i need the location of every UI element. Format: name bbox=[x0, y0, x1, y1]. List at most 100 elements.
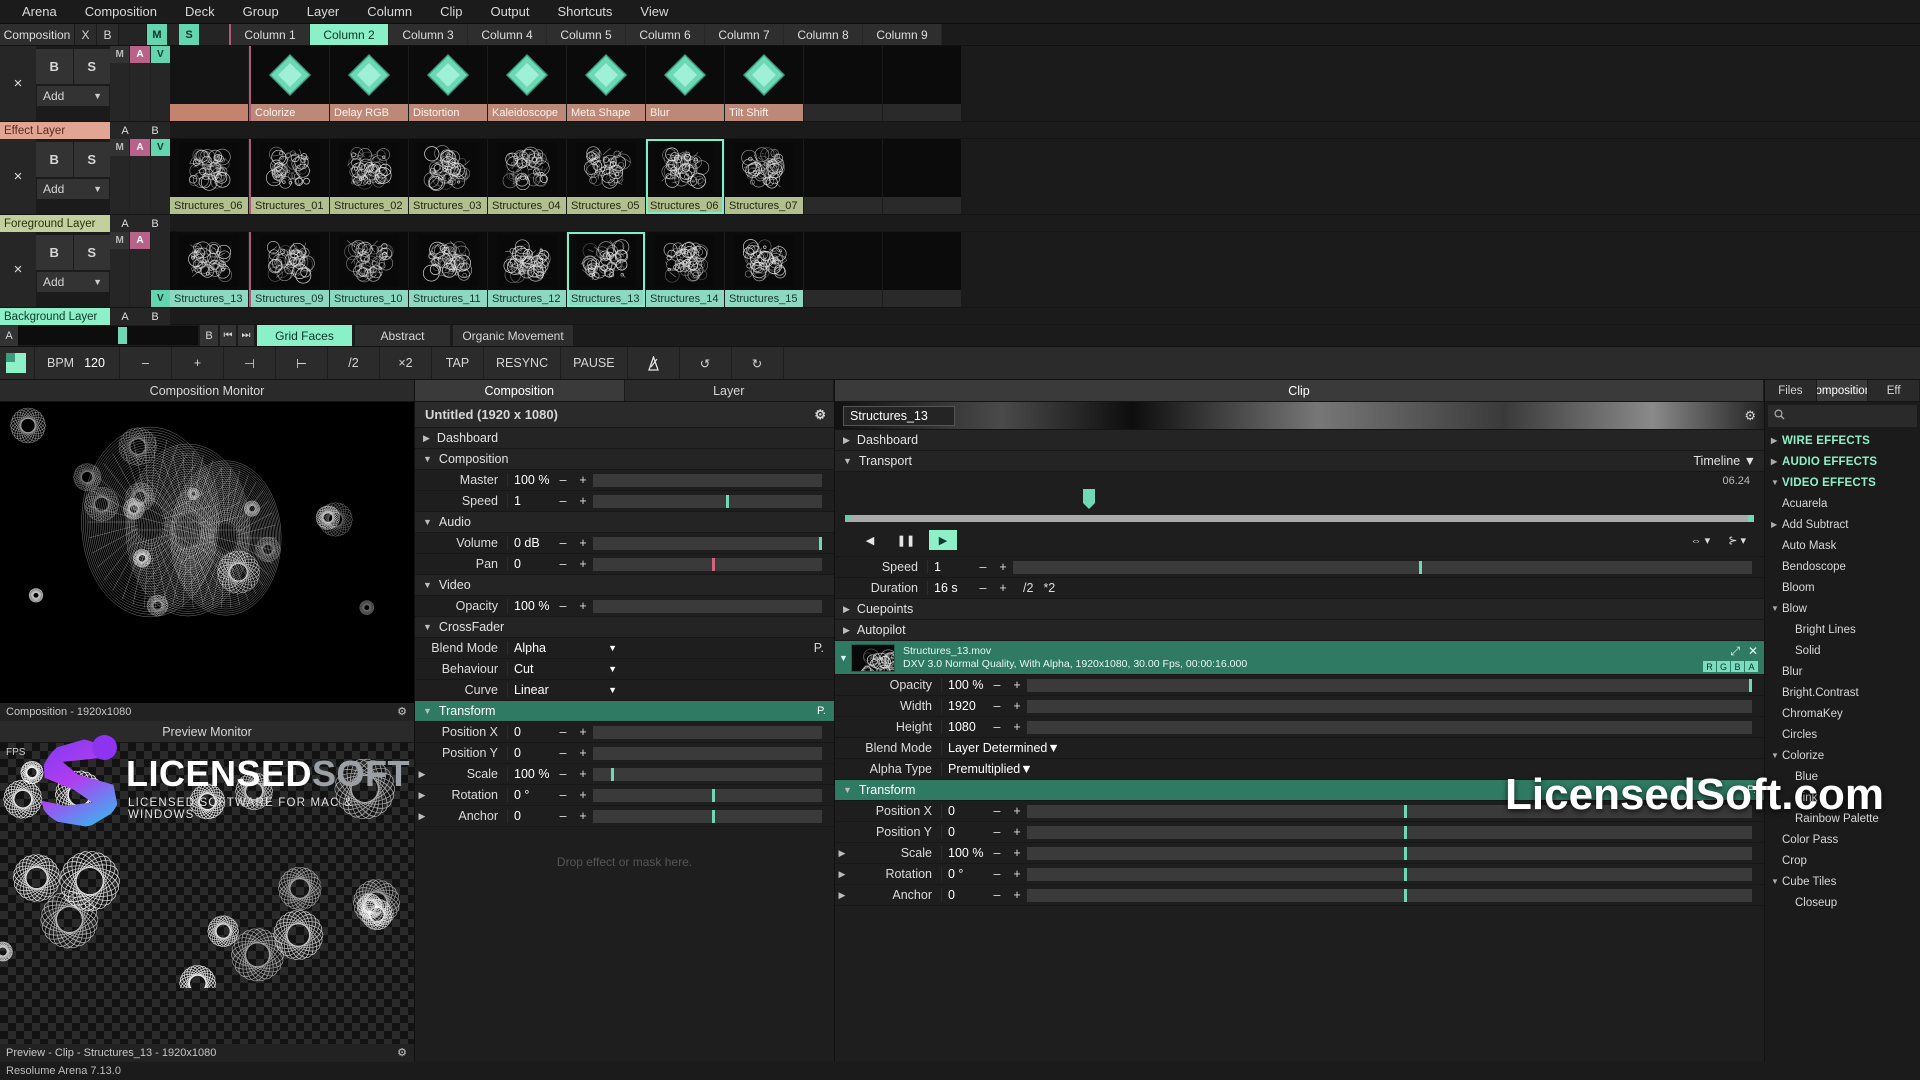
increment-button[interactable]: + bbox=[573, 494, 593, 508]
chevron-right-icon[interactable]: ▶ bbox=[835, 869, 849, 880]
tab-files[interactable]: Files bbox=[1765, 380, 1816, 401]
clip-cell-empty[interactable] bbox=[804, 139, 882, 214]
property-value[interactable]: 16 s bbox=[927, 581, 973, 595]
layer-blend-dropdown[interactable]: Add ▼ bbox=[37, 272, 109, 292]
clip-cell[interactable]: Blur bbox=[646, 46, 724, 121]
property-value[interactable]: 100 % bbox=[941, 678, 987, 692]
property-slider[interactable] bbox=[1027, 699, 1752, 713]
clip-cell-empty[interactable] bbox=[883, 139, 961, 214]
bpm-half-button[interactable]: /2 bbox=[328, 347, 380, 379]
layer-v-toggle[interactable]: V bbox=[150, 290, 170, 307]
property-slider[interactable] bbox=[593, 599, 822, 613]
property-value[interactable]: 100 % bbox=[507, 473, 553, 487]
tab-compositions[interactable]: Compositions bbox=[1816, 380, 1868, 401]
clip-cell[interactable]: Structures_14 bbox=[646, 232, 724, 307]
gear-icon[interactable]: ⚙ bbox=[397, 1046, 407, 1059]
decrement-button[interactable]: – bbox=[987, 846, 1007, 860]
clip-cell-empty[interactable] bbox=[883, 46, 961, 121]
clip-cell[interactable]: Structures_10 bbox=[330, 232, 408, 307]
gear-icon[interactable]: ⚙ bbox=[1744, 408, 1756, 424]
layer-solo-button[interactable]: S bbox=[73, 142, 110, 177]
decrement-button[interactable]: – bbox=[973, 581, 993, 595]
property-dropdown[interactable]: Layer Determined ▼ bbox=[941, 741, 1076, 755]
property-value[interactable]: 100 % bbox=[941, 846, 987, 860]
layer-v-toggle[interactable]: V bbox=[150, 139, 170, 156]
chevron-right-icon[interactable]: ▶ bbox=[835, 848, 849, 859]
increment-button[interactable]: + bbox=[573, 725, 593, 739]
transport-timeline[interactable] bbox=[845, 487, 1754, 515]
menu-item-view[interactable]: View bbox=[626, 0, 682, 24]
effect-item[interactable]: ▶ AUDIO EFFECTS bbox=[1765, 451, 1920, 472]
property-slider[interactable] bbox=[1027, 720, 1752, 734]
decrement-button[interactable]: – bbox=[553, 536, 573, 550]
param-badge[interactable]: P. bbox=[814, 641, 834, 655]
layer-a-button[interactable]: A bbox=[110, 122, 140, 139]
group-composition[interactable]: ▼ Composition bbox=[415, 449, 834, 470]
property-dropdown[interactable]: Cut ▼ bbox=[507, 662, 627, 676]
effect-item[interactable]: ▶ WIRE EFFECTS bbox=[1765, 430, 1920, 451]
increment-button[interactable]: + bbox=[573, 557, 593, 571]
group-dashboard[interactable]: ▶ Dashboard bbox=[835, 430, 1764, 451]
clip-cell-empty[interactable] bbox=[883, 232, 961, 307]
increment-button[interactable]: + bbox=[1007, 699, 1027, 713]
increment-button[interactable]: + bbox=[1007, 888, 1027, 902]
layer-name[interactable]: Effect Layer bbox=[0, 122, 110, 139]
property-slider[interactable] bbox=[1027, 846, 1752, 860]
crossfader-slider[interactable] bbox=[18, 326, 198, 345]
menu-item-group[interactable]: Group bbox=[229, 0, 293, 24]
layer-a-toggle[interactable]: A bbox=[130, 232, 150, 249]
chevron-right-icon[interactable]: ▶ bbox=[835, 890, 849, 901]
layer-preview-clip[interactable]: Structures_06 bbox=[170, 139, 248, 214]
group-dashboard[interactable]: ▶ Dashboard bbox=[415, 428, 834, 449]
effect-item[interactable]: ▼ Colorize bbox=[1765, 745, 1920, 766]
tab-composition[interactable]: Composition bbox=[415, 380, 624, 401]
property-value[interactable]: 0 bbox=[507, 746, 553, 760]
property-value[interactable]: 1920 bbox=[941, 699, 987, 713]
channel-r[interactable]: R bbox=[1703, 661, 1716, 672]
bpm-plus-button[interactable]: + bbox=[172, 347, 224, 379]
clip-cell[interactable]: Structures_02 bbox=[330, 139, 408, 214]
group-transport[interactable]: ▼ Transport Timeline ▼ bbox=[835, 451, 1764, 472]
property-value[interactable]: 0 bbox=[507, 557, 553, 571]
property-value[interactable]: 0 bbox=[941, 804, 987, 818]
increment-button[interactable]: + bbox=[573, 536, 593, 550]
property-dropdown[interactable]: Linear ▼ bbox=[507, 683, 627, 697]
group-crossfader[interactable]: ▼ CrossFader bbox=[415, 617, 834, 638]
effect-item[interactable]: Solid bbox=[1765, 640, 1920, 661]
column-header-column-3[interactable]: Column 3 bbox=[389, 24, 467, 45]
property-value[interactable]: 0 bbox=[941, 825, 987, 839]
close-icon[interactable]: ✕ bbox=[1748, 644, 1758, 659]
property-slider[interactable] bbox=[1027, 825, 1752, 839]
increment-button[interactable]: + bbox=[573, 788, 593, 802]
tab-clip[interactable]: Clip bbox=[835, 380, 1763, 401]
effect-item[interactable]: Blur bbox=[1765, 661, 1920, 682]
clip-cell[interactable]: Structures_04 bbox=[488, 139, 566, 214]
next-icon[interactable]: ⏭ bbox=[238, 325, 254, 346]
clip-cell-empty[interactable] bbox=[804, 232, 882, 307]
property-slider[interactable] bbox=[593, 746, 822, 760]
effect-item[interactable]: Rainbow Palette bbox=[1765, 808, 1920, 829]
property-slider[interactable] bbox=[1013, 560, 1752, 574]
property-value[interactable]: 1080 bbox=[941, 720, 987, 734]
cue-icon[interactable]: ⊱ ▾ bbox=[1728, 534, 1746, 547]
property-slider[interactable] bbox=[593, 557, 822, 571]
half-button[interactable]: /2 bbox=[1013, 581, 1033, 595]
chevron-down-icon[interactable]: ▼ bbox=[839, 653, 851, 663]
channel-a[interactable]: A bbox=[1745, 661, 1758, 672]
menu-item-clip[interactable]: Clip bbox=[426, 0, 476, 24]
column-header-column-4[interactable]: Column 4 bbox=[468, 24, 546, 45]
column-header-column-1[interactable]: Column 1 bbox=[231, 24, 309, 45]
layer-bypass-button[interactable]: B bbox=[36, 235, 73, 270]
effect-item[interactable]: Pink bbox=[1765, 787, 1920, 808]
media-row[interactable]: ▼ Structures_13.mov DXV 3.0 Normal Quality… bbox=[835, 641, 1764, 675]
menu-item-shortcuts[interactable]: Shortcuts bbox=[544, 0, 627, 24]
increment-button[interactable]: + bbox=[573, 809, 593, 823]
layer-b-button[interactable]: B bbox=[140, 215, 170, 232]
increment-button[interactable]: + bbox=[1007, 720, 1027, 734]
increment-button[interactable]: + bbox=[1007, 825, 1027, 839]
column-header-column-5[interactable]: Column 5 bbox=[547, 24, 625, 45]
property-value[interactable]: 100 % bbox=[507, 767, 553, 781]
property-value[interactable]: 0 bbox=[507, 809, 553, 823]
range-end-handle[interactable] bbox=[1748, 515, 1754, 522]
bpm-minus-button[interactable]: – bbox=[120, 347, 172, 379]
